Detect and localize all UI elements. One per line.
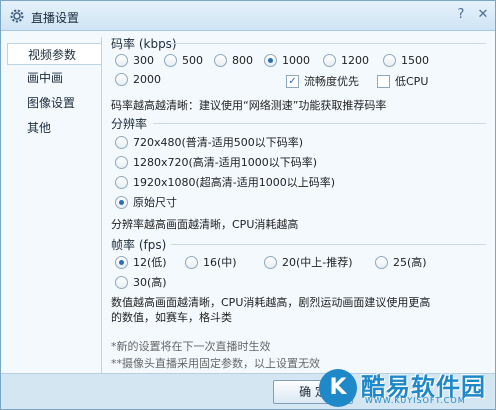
- sidebar-item-label: 图像设置: [27, 96, 76, 110]
- sidebar-item-label: 其他: [27, 121, 52, 135]
- smooth-priority-checkbox[interactable]: ✓ 流畅度优先: [286, 73, 359, 89]
- bitrate-option-800[interactable]: 800: [214, 54, 253, 67]
- checkbox-icon: [377, 74, 390, 88]
- radio-selected-icon: [264, 54, 277, 67]
- sidebar-item-video-params[interactable]: 视频参数: [7, 43, 101, 65]
- framerate-option-30[interactable]: 30(高): [115, 274, 167, 290]
- window-title: 直播设置: [31, 11, 80, 25]
- watermark-logo-icon: K: [319, 369, 357, 407]
- resolution-section-title: 分辨率: [111, 117, 148, 131]
- sidebar-item-label: 视频参数: [28, 48, 77, 62]
- resolution-divider: [153, 123, 486, 124]
- resolution-option-720[interactable]: 720x480(普清-适用500以下码率): [115, 134, 303, 150]
- radio-icon: [115, 54, 128, 67]
- framerate-option-12[interactable]: 12(低): [115, 254, 167, 270]
- bitrate-option-500[interactable]: 500: [164, 54, 203, 67]
- bitrate-option-2000[interactable]: 2000: [115, 73, 161, 86]
- framerate-hint-line1: 数值越高画面越清晰，CPU消耗越高，剧烈运动画面建议使用更高: [111, 296, 431, 309]
- sidebar-divider: [101, 37, 102, 373]
- resolution-option-1280[interactable]: 1280x720(高清-适用1000以下码率): [115, 154, 317, 170]
- bitrate-option-1500[interactable]: 1500: [383, 54, 429, 67]
- radio-icon: [323, 54, 336, 67]
- sidebar-item-label: 画中画: [27, 71, 64, 85]
- radio-icon: [383, 54, 396, 67]
- radio-icon: [115, 155, 128, 169]
- radio-icon: [115, 73, 128, 86]
- settings-note-camera: **摄像头直播采用固定参数，以上设置无效: [111, 357, 320, 370]
- radio-icon: [185, 255, 198, 269]
- radio-icon: [115, 275, 128, 289]
- framerate-divider: [171, 244, 486, 245]
- radio-icon: [115, 135, 128, 149]
- gear-icon: [10, 9, 24, 23]
- close-button[interactable]: ✕: [475, 7, 491, 23]
- framerate-option-20[interactable]: 20(中上-推荐): [264, 254, 353, 270]
- checkmark-icon: ✓: [286, 74, 299, 88]
- bitrate-option-1200[interactable]: 1200: [323, 54, 369, 67]
- radio-selected-icon: [115, 195, 128, 209]
- sidebar: 视频参数 画中画 图像设置 其他: [7, 37, 101, 373]
- bitrate-hint: 码率越高越清晰：建议使用“网络测速”功能获取推荐码率: [111, 99, 387, 112]
- framerate-option-25[interactable]: 25(高): [375, 254, 427, 270]
- radio-icon: [164, 54, 177, 67]
- settings-window: 直播设置 ? ✕ 视频参数 画中画 图像设置 其他 码率 (kbps) 300 …: [0, 0, 496, 410]
- sidebar-item-image-settings[interactable]: 图像设置: [7, 92, 101, 114]
- settings-note-next-session: *新的设置将在下一次直播时生效: [111, 340, 271, 353]
- bitrate-section-title: 码率 (kbps): [111, 37, 177, 51]
- radio-selected-icon: [115, 255, 128, 269]
- low-cpu-checkbox[interactable]: 低CPU: [377, 73, 428, 89]
- resolution-hint: 分辨率越高画面越清晰，CPU消耗越高: [111, 218, 299, 231]
- resolution-option-1920[interactable]: 1920x1080(超高清-适用1000以上码率): [115, 174, 335, 190]
- radio-icon: [115, 175, 128, 189]
- sidebar-item-pip[interactable]: 画中画: [7, 67, 101, 89]
- radio-icon: [375, 255, 388, 269]
- bitrate-option-1000[interactable]: 1000: [264, 54, 310, 67]
- resolution-option-original[interactable]: 原始尺寸: [115, 194, 177, 210]
- radio-icon: [264, 255, 277, 269]
- sidebar-item-other[interactable]: 其他: [7, 117, 101, 139]
- watermark-url: WWW.KUYISOFT.COM: [365, 396, 466, 405]
- bitrate-option-300[interactable]: 300: [115, 54, 154, 67]
- framerate-hint-line2: 的数值，如赛车，格斗类: [111, 311, 232, 324]
- bitrate-divider: [171, 43, 486, 44]
- radio-icon: [214, 54, 227, 67]
- title-bar: 直播设置 ? ✕: [1, 1, 495, 31]
- framerate-section-title: 帧率 (fps): [111, 238, 167, 252]
- framerate-option-16[interactable]: 16(中): [185, 254, 237, 270]
- help-button[interactable]: ?: [453, 7, 469, 23]
